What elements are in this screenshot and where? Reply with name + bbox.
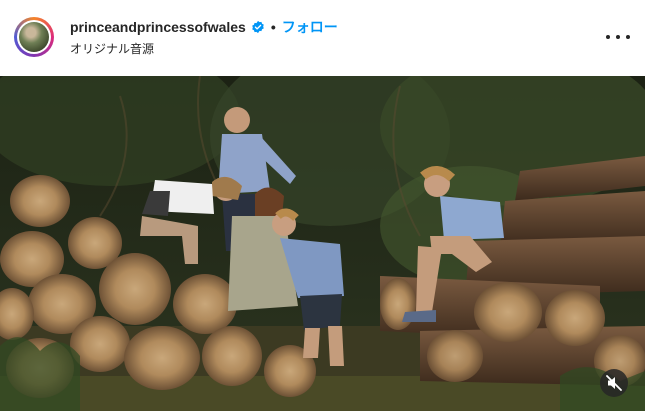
follow-button[interactable]: フォロー [282, 17, 338, 37]
audio-link[interactable]: オリジナル音源 [70, 40, 154, 57]
sound-off-icon[interactable] [600, 369, 628, 397]
separator-dot: • [270, 19, 276, 35]
family-log-pile-photo [0, 76, 645, 411]
profile-avatar[interactable] [14, 17, 54, 57]
username-link[interactable]: princeandprincessofwales [70, 19, 246, 35]
verified-badge-icon [252, 20, 264, 34]
more-options-icon[interactable] [606, 29, 630, 45]
post-header: princeandprincessofwales • フォロー オリジナル音源 [0, 0, 645, 76]
post-media[interactable] [0, 76, 645, 411]
header-top-row: princeandprincessofwales • フォロー [70, 17, 338, 37]
